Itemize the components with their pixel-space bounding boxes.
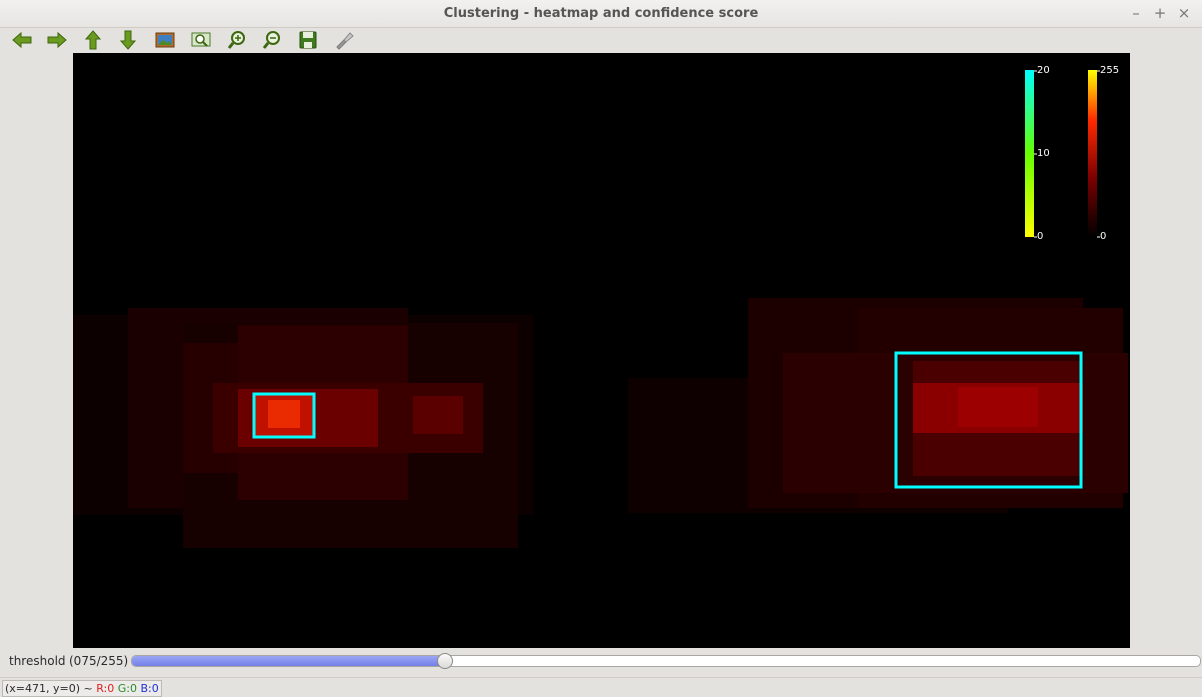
status-bar: (x=471, y=0) ~ R:0 G:0 B:0 [0, 677, 1202, 697]
pan-right-button[interactable] [44, 28, 70, 52]
zoom-fit-button[interactable] [188, 28, 214, 52]
red-value: R:0 [96, 682, 115, 695]
confidence-min-label: 0 [1037, 231, 1044, 242]
window-title: Clustering - heatmap and confidence scor… [443, 6, 759, 21]
save-button[interactable] [295, 28, 321, 52]
pan-down-button[interactable] [115, 28, 141, 52]
heatmap-svg [73, 70, 1128, 548]
minimize-button[interactable]: – [1127, 4, 1145, 22]
threshold-value: (075/255) [69, 654, 129, 668]
green-value: G:0 [117, 682, 137, 695]
right-heat-cluster [628, 298, 1128, 513]
zoom-in-button[interactable] [224, 28, 250, 52]
threshold-slider-track[interactable] [131, 655, 1201, 667]
close-button[interactable]: × [1175, 4, 1193, 22]
save-icon [299, 31, 317, 49]
zoom-in-icon [227, 31, 245, 49]
heat-colorbar [1088, 70, 1097, 237]
heat-min-label: 0 [1100, 231, 1107, 242]
image-icon [155, 32, 175, 48]
heat-max-label: 255 [1100, 65, 1120, 76]
title-bar: Clustering - heatmap and confidence scor… [0, 0, 1202, 28]
up-arrow-icon [84, 30, 102, 50]
left-heat-cluster [73, 308, 533, 548]
confidence-max-label: 20 [1037, 65, 1050, 76]
maximize-button[interactable]: + [1151, 4, 1169, 22]
forward-arrow-icon [47, 31, 67, 49]
pan-left-button[interactable] [9, 28, 35, 52]
cursor-coords: (x=471, y=0) ~ [5, 682, 93, 695]
threshold-slider-fill [132, 656, 446, 666]
zoom-original-button[interactable] [152, 28, 178, 52]
pixel-info: (x=471, y=0) ~ R:0 G:0 B:0 [2, 680, 162, 697]
confidence-mid-label: 10 [1037, 148, 1050, 159]
zoom-fit-icon [191, 32, 211, 47]
blue-value: B:0 [140, 682, 159, 695]
toolbar [0, 27, 1202, 53]
pan-up-button[interactable] [80, 28, 106, 52]
back-arrow-icon [12, 31, 32, 49]
threshold-trackbar-row: threshold (075/255) [0, 652, 1202, 672]
confidence-colorbar [1025, 70, 1034, 237]
properties-icon [336, 32, 354, 50]
threshold-label: threshold [9, 654, 66, 668]
zoom-out-button[interactable] [259, 28, 285, 52]
threshold-slider-handle[interactable] [437, 653, 453, 669]
down-arrow-icon [119, 30, 137, 50]
image-canvas[interactable]: 20 10 0 255 0 [73, 53, 1130, 648]
properties-button[interactable] [331, 28, 357, 52]
zoom-out-icon [262, 31, 280, 49]
